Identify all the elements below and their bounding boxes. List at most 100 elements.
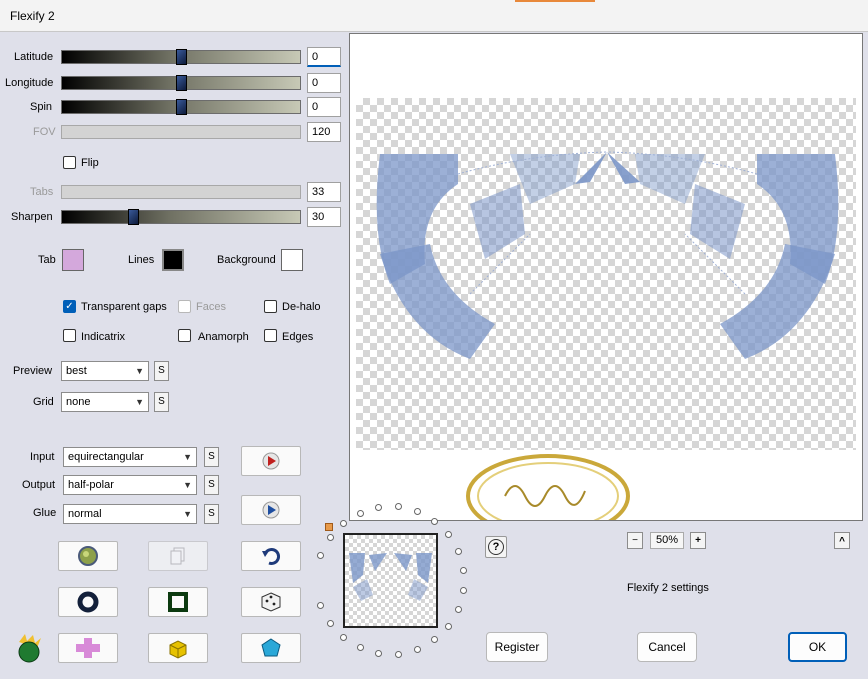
- transparent-gaps-label: Transparent gaps: [81, 301, 167, 313]
- orbit-dot[interactable]: [327, 534, 334, 541]
- longitude-label: Longitude: [5, 77, 54, 89]
- spin-slider-thumb[interactable]: [176, 99, 187, 115]
- output-preview-button[interactable]: [241, 495, 301, 525]
- undo-icon: [262, 547, 281, 565]
- orbit-dot[interactable]: [357, 510, 364, 517]
- orbit-dot[interactable]: [340, 520, 347, 527]
- latitude-value-field[interactable]: 0: [307, 47, 341, 67]
- glue-select[interactable]: normal ▼: [63, 504, 197, 524]
- zoom-level: 50%: [650, 532, 684, 549]
- fov-value-field[interactable]: 120: [307, 122, 341, 142]
- register-button[interactable]: Register: [486, 632, 548, 662]
- random-button[interactable]: [241, 587, 301, 617]
- orbit-dot[interactable]: [340, 634, 347, 641]
- de-halo-checkbox[interactable]: [264, 300, 277, 313]
- zoom-out-button[interactable]: −: [627, 532, 643, 549]
- tabs-value-field[interactable]: 33: [307, 182, 341, 202]
- preview-canvas[interactable]: [349, 33, 863, 521]
- input-s-button[interactable]: S: [204, 447, 219, 467]
- faces-checkbox[interactable]: [178, 300, 191, 313]
- longitude-slider-thumb[interactable]: [176, 75, 187, 91]
- glue-s-button[interactable]: S: [204, 504, 219, 524]
- lines-color-swatch[interactable]: [162, 249, 184, 271]
- faces-label: Faces: [196, 301, 226, 313]
- orbit-dot[interactable]: [317, 552, 324, 559]
- polyhedron-button[interactable]: [241, 633, 301, 663]
- settings-caption: Flexify 2 settings: [627, 582, 709, 594]
- output-select[interactable]: half-polar ▼: [63, 475, 197, 495]
- orbit-dot[interactable]: [445, 531, 452, 538]
- frame-button[interactable]: [148, 587, 208, 617]
- longitude-slider[interactable]: [61, 75, 301, 91]
- longitude-value-field[interactable]: 0: [307, 73, 341, 93]
- anamorph-checkbox[interactable]: [178, 329, 191, 342]
- help-button[interactable]: ?: [485, 536, 507, 558]
- undo-button[interactable]: [241, 541, 301, 571]
- ok-button[interactable]: OK: [788, 632, 847, 662]
- spin-label: Spin: [30, 101, 53, 113]
- input-select[interactable]: equirectangular ▼: [63, 447, 197, 467]
- zoom-in-button[interactable]: +: [690, 532, 706, 549]
- sharpen-value-field[interactable]: 30: [307, 207, 341, 227]
- copy-button[interactable]: [148, 541, 208, 571]
- play-blue-icon: [262, 501, 280, 519]
- preview-select[interactable]: best ▼: [61, 361, 149, 381]
- flexify-logo: [13, 632, 45, 664]
- cross-button[interactable]: [58, 633, 118, 663]
- torus-button[interactable]: [58, 587, 118, 617]
- chevron-down-icon: ▼: [135, 366, 144, 376]
- orbit-dot[interactable]: [414, 508, 421, 515]
- title-bar: Flexify 2: [0, 0, 868, 32]
- orbit-dot[interactable]: [445, 623, 452, 630]
- cube-button[interactable]: [148, 633, 208, 663]
- orbit-dot[interactable]: [431, 636, 438, 643]
- orbit-dot[interactable]: [395, 651, 402, 658]
- edges-checkbox[interactable]: [264, 329, 277, 342]
- spin-value-field[interactable]: 0: [307, 97, 341, 117]
- orbit-dot[interactable]: [455, 548, 462, 555]
- preview-label: Preview: [13, 365, 53, 377]
- grid-select-value: none: [66, 396, 91, 408]
- collapse-button[interactable]: ^: [834, 532, 850, 549]
- sharpen-slider[interactable]: [61, 209, 301, 225]
- dice-icon: [261, 592, 281, 612]
- background-color-swatch[interactable]: [281, 249, 303, 271]
- orbit-dot[interactable]: [395, 503, 402, 510]
- sharpen-slider-thumb[interactable]: [128, 209, 139, 225]
- indicatrix-checkbox[interactable]: [63, 329, 76, 342]
- glue-select-value: normal: [68, 508, 102, 520]
- chevron-down-icon: ▼: [183, 480, 192, 490]
- spin-slider[interactable]: [61, 99, 301, 115]
- preview-s-button[interactable]: S: [154, 361, 169, 381]
- latitude-slider-thumb[interactable]: [176, 49, 187, 65]
- globe-button[interactable]: [58, 541, 118, 571]
- orbit-dot[interactable]: [431, 518, 438, 525]
- output-label: Output: [22, 479, 56, 491]
- latitude-label: Latitude: [14, 51, 54, 63]
- orbit-dot[interactable]: [455, 606, 462, 613]
- tab-color-swatch[interactable]: [62, 249, 84, 271]
- tab-color-label: Tab: [38, 254, 56, 266]
- output-s-button[interactable]: S: [204, 475, 219, 495]
- cancel-button[interactable]: Cancel: [637, 632, 697, 662]
- orbit-dot[interactable]: [375, 504, 382, 511]
- grid-s-button[interactable]: S: [154, 392, 169, 412]
- orbit-dot[interactable]: [414, 646, 421, 653]
- sharpen-label: Sharpen: [11, 211, 53, 223]
- orbit-dot[interactable]: [375, 650, 382, 657]
- input-preview-button[interactable]: [241, 446, 301, 476]
- chevron-down-icon: ▼: [135, 397, 144, 407]
- grid-select[interactable]: none ▼: [61, 392, 149, 412]
- flip-checkbox[interactable]: [63, 156, 76, 169]
- orbit-dot[interactable]: [317, 602, 324, 609]
- orbit-dot[interactable]: [460, 567, 467, 574]
- fov-label: FOV: [33, 126, 56, 138]
- edges-label: Edges: [282, 331, 314, 343]
- latitude-slider[interactable]: [61, 49, 301, 65]
- transparent-gaps-checkbox[interactable]: ✓: [63, 300, 76, 313]
- orbit-dot[interactable]: [357, 644, 364, 651]
- orbit-dot[interactable]: [327, 620, 334, 627]
- orbit-handle[interactable]: [325, 523, 333, 531]
- thumbnail-preview[interactable]: [343, 533, 438, 628]
- orbit-dot[interactable]: [460, 587, 467, 594]
